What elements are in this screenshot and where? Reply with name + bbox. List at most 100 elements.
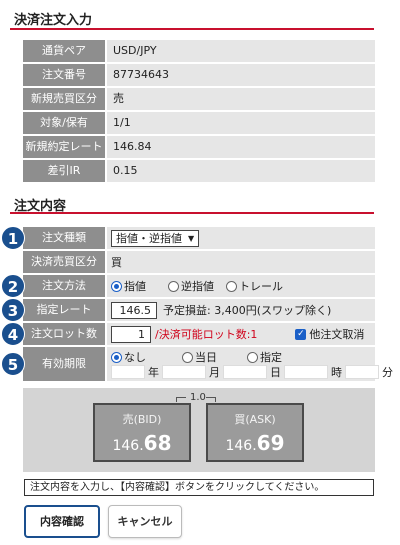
expiry-cell: なし 当日 指定 年 月 日 時 分 [107,347,393,381]
info-label: 差引IR [23,160,105,182]
step-badge-4: 4 [1,322,25,346]
info-value: 0.15 [107,160,375,182]
chevron-down-icon: ▼ [188,233,195,243]
order-method-label: 注文方法 [23,275,105,297]
expiry-label: 有効期限 [23,347,105,381]
info-value: USD/JPY [107,40,375,62]
lot-label: 注文ロット数 [23,323,105,345]
radio-label: 指値 [124,280,146,293]
radio-label: 逆指値 [181,280,214,293]
info-value: 146.84 [107,136,375,158]
bid-price-pips: 68 [143,431,172,455]
order-type-label: 注文種類 [23,227,105,249]
confirm-button[interactable]: 内容確認 [24,505,100,538]
info-value: 売 [107,88,375,110]
radio-expiry-none[interactable]: なし [111,349,146,365]
order-type-selected: 指値・逆指値 [116,232,182,245]
ask-price-prefix: 146. [225,438,257,454]
row-rate: 3 指定レート 146.5 予定損益: 3,400円(スワップ除く) [1,298,375,322]
bid-price-prefix: 146. [112,438,144,454]
ask-button[interactable]: 買(ASK) 146.69 [206,403,304,462]
checkbox-checked-icon: ✓ [295,328,307,340]
settlement-side-value: 買 [107,251,375,273]
bid-label: 売(BID) [122,413,162,426]
minute-input[interactable] [345,365,379,379]
estimated-pl-text: 予定損益: 3,400円(スワップ除く) [163,304,332,317]
section-divider [10,28,374,30]
cancel-other-checkbox[interactable]: ✓ 他注文取消 [295,326,364,342]
order-type-cell: 指値・逆指値 ▼ [107,227,375,249]
bid-price: 146.68 [95,431,189,455]
step-badge-1: 1 [1,226,25,250]
row-settlement-side: 決済売買区分 買 [23,251,375,273]
info-row-new-rate: 新規約定レート 146.84 [23,136,375,158]
rate-input[interactable]: 146.5 [111,301,157,319]
info-label: 注文番号 [23,64,105,86]
info-label: 対象/保有 [23,112,105,134]
row-order-type: 1 注文種類 指値・逆指値 ▼ [1,226,375,250]
hour-input[interactable] [284,365,328,379]
unit-year: 年 [148,366,159,379]
settlement-title: 決済注文入力 [14,13,93,28]
spread-bracket-right [206,397,216,402]
radio-unchecked-icon [247,351,258,363]
row-lot: 4 注文ロット数 1 /決済可能ロット数:1 ✓ 他注文取消 [1,322,375,346]
radio-label: トレール [239,280,283,293]
lot-cell: 1 /決済可能ロット数:1 ✓ 他注文取消 [107,323,375,345]
settlement-info-table: 通貨ペア USD/JPY 注文番号 87734643 新規売買区分 売 対象/保… [23,40,375,184]
ask-label: 買(ASK) [234,413,276,426]
order-type-select[interactable]: 指値・逆指値 ▼ [111,229,200,247]
info-label: 通貨ペア [23,40,105,62]
cancel-other-label: 他注文取消 [309,328,365,341]
radio-trail[interactable]: トレール [226,278,283,294]
radio-checked-icon [111,351,122,363]
radio-expiry-specify[interactable]: 指定 [247,349,282,365]
radio-unchecked-icon [226,280,237,292]
row-order-method: 2 注文方法 指値 逆指値 トレール [1,274,375,298]
expiry-datetime-inputs: 年 月 日 時 分 [111,364,396,380]
rate-label: 指定レート [23,299,105,321]
info-value: 1/1 [107,112,375,134]
lot-input[interactable]: 1 [111,325,151,343]
spread-label: 1.0 [190,392,206,403]
unit-month: 月 [209,366,220,379]
ask-price: 146.69 [208,431,302,455]
step-badge-5: 5 [1,352,25,376]
radio-checked-icon [111,280,122,292]
year-input[interactable] [111,365,145,379]
ask-price-pips: 69 [256,431,285,455]
radio-label: なし [124,351,146,364]
order-form: 1 注文種類 指値・逆指値 ▼ 決済売買区分 買 2 注文方法 指値 逆指値 ト… [1,226,393,383]
radio-stop[interactable]: 逆指値 [168,278,214,294]
order-method-cell: 指値 逆指値 トレール [107,275,375,297]
unit-minute: 分 [382,366,393,379]
row-expiry: 5 有効期限 なし 当日 指定 年 月 日 時 分 [1,347,393,381]
unit-hour: 時 [331,366,342,379]
bid-button[interactable]: 売(BID) 146.68 [93,403,191,462]
radio-unchecked-icon [182,351,193,363]
info-label: 新規売買区分 [23,88,105,110]
info-row-order-number: 注文番号 87734643 [23,64,375,86]
unit-day: 日 [270,366,281,379]
radio-unchecked-icon [168,280,179,292]
info-label: 新規約定レート [23,136,105,158]
rate-cell: 146.5 予定損益: 3,400円(スワップ除く) [107,299,375,321]
section-divider [10,212,374,214]
info-row-currency-pair: 通貨ペア USD/JPY [23,40,375,62]
info-row-net-ir: 差引IR 0.15 [23,160,375,182]
radio-limit[interactable]: 指値 [111,278,146,294]
radio-label: 当日 [195,351,217,364]
step-badge-2: 2 [1,274,25,298]
cancel-button[interactable]: キャンセル [108,505,182,538]
info-value: 87734643 [107,64,375,86]
info-row-target-held: 対象/保有 1/1 [23,112,375,134]
radio-label: 指定 [260,351,282,364]
settlement-side-label: 決済売買区分 [23,251,105,273]
month-input[interactable] [162,365,206,379]
available-lot-text: /決済可能ロット数:1 [155,328,258,341]
instruction-message: 注文内容を入力し、【内容確認】ボタンをクリックしてください。 [24,479,374,496]
day-input[interactable] [223,365,267,379]
step-badge-3: 3 [1,298,25,322]
info-row-new-side: 新規売買区分 売 [23,88,375,110]
radio-expiry-today[interactable]: 当日 [182,349,217,365]
